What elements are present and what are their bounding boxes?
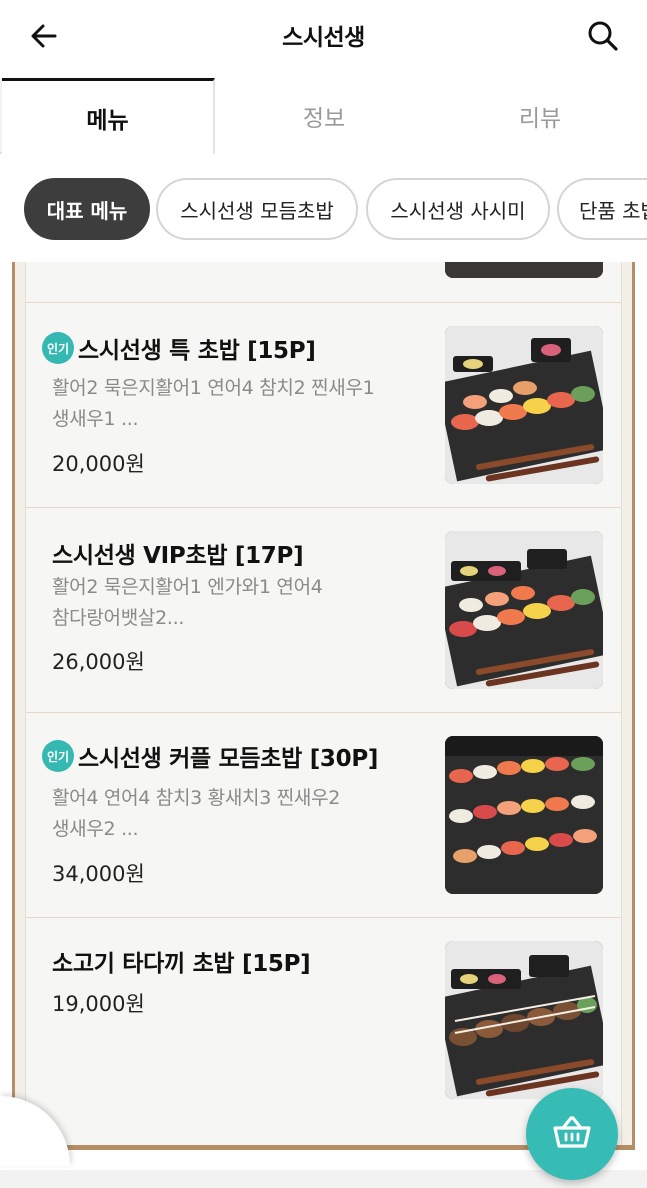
popular-badge: 인기 — [42, 740, 74, 772]
menu-item-thumbnail — [445, 326, 603, 484]
menu-item-description: 활어4 연어4 참치3 황새치3 찐새우2 생새우2 ... — [52, 783, 422, 845]
menu-item[interactable]: 인기 스시선생 커플 모듬초밥 [30P] 활어4 연어4 참치3 황새치3 찐… — [26, 712, 621, 917]
chip-sashimi[interactable]: 스시선생 사시미 — [366, 178, 550, 240]
menu-item-price: 19,000원 — [52, 992, 145, 1016]
search-icon — [588, 21, 618, 51]
menu-item-thumbnail — [445, 941, 603, 1099]
chip-assorted-sushi[interactable]: 스시선생 모듬초밥 — [156, 178, 358, 240]
menu-item-price: 20,000원 — [52, 452, 145, 476]
tab-bar: 메뉴 정보 리뷰 — [0, 78, 647, 154]
description-line: 참다랑어뱃살2... — [52, 607, 185, 629]
menu-board: 인기 스시선생 특 초밥 [15P] 활어2 묵은지활어1 연어4 참치2 찐새… — [12, 262, 635, 1150]
basket-icon — [553, 1116, 591, 1148]
tab-menu[interactable]: 메뉴 — [2, 78, 215, 154]
previous-item-thumbnail[interactable] — [445, 262, 603, 278]
popular-badge: 인기 — [42, 332, 74, 364]
chip-signature-menu[interactable]: 대표 메뉴 — [24, 178, 150, 240]
search-button[interactable] — [581, 14, 625, 58]
menu-item-name: 스시선생 특 초밥 [15P] — [78, 338, 316, 364]
description-line: 생새우2 ... — [52, 818, 139, 840]
category-chips: 대표 메뉴 스시선생 모듬초밥 스시선생 사시미 단품 초밥 — [0, 162, 647, 262]
menu-item-description: 활어2 묵은지활어1 연어4 참치2 찐새우1 생새우1 ... — [52, 373, 422, 435]
menu-list: 인기 스시선생 특 초밥 [15P] 활어2 묵은지활어1 연어4 참치2 찐새… — [25, 262, 622, 1145]
menu-item-description: 활어2 묵은지활어1 엔가와1 연어4 참다랑어뱃살2... — [52, 572, 422, 634]
description-line: 활어2 묵은지활어1 엔가와1 연어4 — [52, 576, 323, 598]
cart-button[interactable] — [526, 1088, 618, 1180]
chip-single-sushi[interactable]: 단품 초밥 — [557, 178, 647, 240]
description-line: 활어2 묵은지활어1 연어4 참치2 찐새우1 — [52, 377, 375, 399]
menu-item-thumbnail — [445, 736, 603, 894]
tab-reviews[interactable]: 리뷰 — [433, 78, 647, 154]
description-line: 생새우1 ... — [52, 408, 139, 430]
tab-info[interactable]: 정보 — [215, 78, 433, 154]
app-header: 스시선생 — [0, 0, 647, 72]
menu-item-name: 소고기 타다끼 초밥 [15P] — [52, 951, 311, 977]
menu-item-thumbnail — [445, 531, 603, 689]
menu-item[interactable]: 인기 스시선생 특 초밥 [15P] 활어2 묵은지활어1 연어4 참치2 찐새… — [26, 302, 621, 507]
menu-item-price: 26,000원 — [52, 650, 145, 674]
menu-item-price: 34,000원 — [52, 862, 145, 886]
menu-item-name: 스시선생 VIP초밥 [17P] — [52, 543, 304, 569]
menu-item-name: 스시선생 커플 모듬초밥 [30P] — [78, 746, 379, 772]
description-line: 활어4 연어4 참치3 황새치3 찐새우2 — [52, 787, 341, 809]
menu-item[interactable]: 스시선생 VIP초밥 [17P] 활어2 묵은지활어1 엔가와1 연어4 참다랑… — [26, 507, 621, 712]
page-title: 스시선생 — [282, 25, 365, 51]
